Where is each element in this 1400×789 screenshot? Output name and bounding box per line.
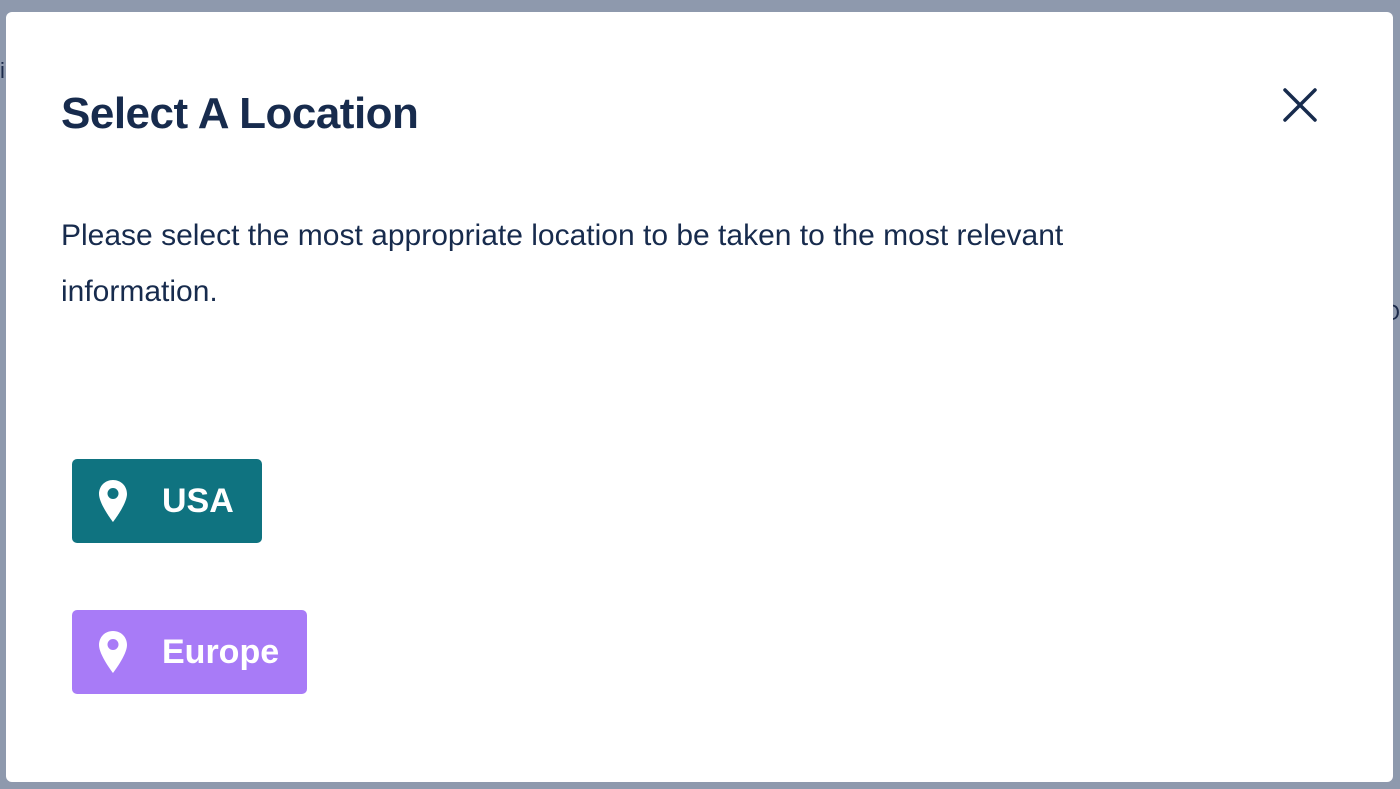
location-button-europe[interactable]: Europe <box>72 610 308 694</box>
location-button-label: USA <box>162 481 234 520</box>
map-pin-icon <box>98 630 128 674</box>
location-modal: Select A Location Please select the most… <box>6 12 1393 782</box>
close-icon <box>1282 87 1318 126</box>
background-text-fragment: i <box>0 58 5 83</box>
modal-title: Select A Location <box>61 89 419 138</box>
modal-description: Please select the most appropriate locat… <box>61 219 1064 308</box>
close-button[interactable] <box>1276 82 1324 130</box>
location-button-usa[interactable]: USA <box>72 459 262 543</box>
map-pin-icon <box>98 479 128 523</box>
location-button-label: Europe <box>162 632 280 671</box>
